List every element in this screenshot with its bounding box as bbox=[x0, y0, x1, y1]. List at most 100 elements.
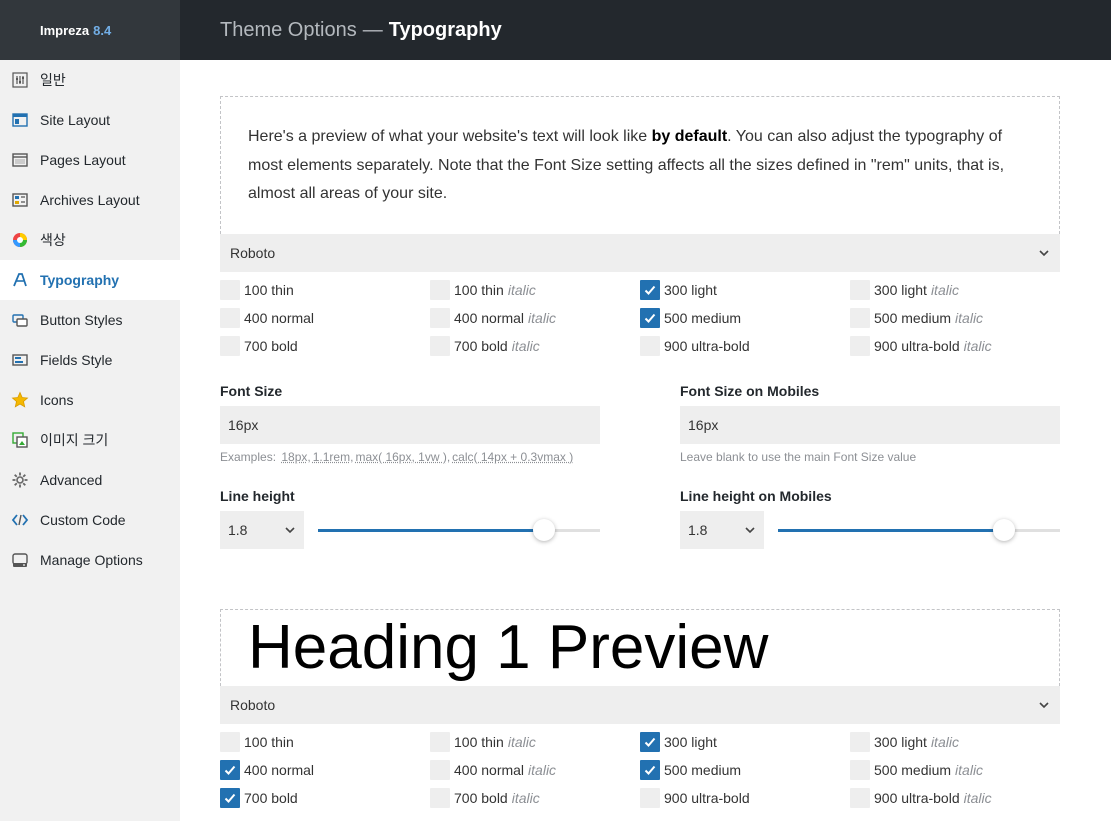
heading1-font-family-select[interactable]: Roboto bbox=[220, 686, 1060, 724]
font-weight-option[interactable]: 500 medium italic bbox=[850, 760, 1060, 780]
font-weight-option[interactable]: 100 thin bbox=[220, 280, 430, 300]
checkbox-checked[interactable] bbox=[640, 308, 660, 328]
font-weight-option[interactable]: 400 normal italic bbox=[430, 308, 640, 328]
italic-label: italic bbox=[528, 762, 557, 778]
sidebar-item-5[interactable]: Typography bbox=[0, 260, 180, 300]
font-weight-option[interactable]: 100 thin bbox=[220, 732, 430, 752]
scrollbar[interactable] bbox=[1104, 60, 1111, 821]
font-weight-label: 500 medium bbox=[664, 310, 742, 326]
site-layout-icon bbox=[11, 111, 29, 129]
line-height-mobiles-slider[interactable] bbox=[778, 511, 1060, 549]
checkbox[interactable] bbox=[430, 308, 450, 328]
font-weight-option[interactable]: 700 bold italic bbox=[430, 788, 640, 808]
checkbox-checked[interactable] bbox=[640, 280, 660, 300]
font-weight-option[interactable]: 300 light bbox=[640, 280, 850, 300]
font-weight-option[interactable]: 500 medium italic bbox=[850, 308, 1060, 328]
font-weight-label: 400 normal bbox=[244, 762, 315, 778]
font-weight-option[interactable]: 900 ultra-bold italic bbox=[850, 788, 1060, 808]
checkbox[interactable] bbox=[850, 336, 870, 356]
sidebar-item-2[interactable]: Pages Layout bbox=[0, 140, 180, 180]
checkbox[interactable] bbox=[220, 336, 240, 356]
hard-drive-icon bbox=[11, 551, 29, 569]
italic-label: italic bbox=[963, 338, 992, 354]
checkbox[interactable] bbox=[640, 336, 660, 356]
checkbox[interactable] bbox=[850, 280, 870, 300]
font-weight-option[interactable]: 500 medium bbox=[640, 308, 850, 328]
checkbox[interactable] bbox=[220, 280, 240, 300]
checkbox[interactable] bbox=[430, 732, 450, 752]
font-weight-label: 400 normal bbox=[454, 762, 525, 778]
sidebar-item-3[interactable]: Archives Layout bbox=[0, 180, 180, 220]
sidebar-item-label: Pages Layout bbox=[40, 152, 126, 168]
sidebar-item-0[interactable]: 일반 bbox=[0, 60, 180, 100]
font-weight-option[interactable]: 500 medium bbox=[640, 760, 850, 780]
checkbox-checked[interactable] bbox=[640, 732, 660, 752]
font-weight-option[interactable]: 700 bold bbox=[220, 336, 430, 356]
image-sizes-icon bbox=[11, 431, 29, 449]
checkbox[interactable] bbox=[430, 336, 450, 356]
sidebar-item-10[interactable]: Advanced bbox=[0, 460, 180, 500]
line-height-mobiles-select[interactable]: 1.8 bbox=[680, 511, 764, 549]
font-size-mobiles-label: Font Size on Mobiles bbox=[680, 383, 820, 399]
line-height-select[interactable]: 1.8 bbox=[220, 511, 304, 549]
page-title: Typography bbox=[388, 18, 502, 41]
checkbox-checked[interactable] bbox=[220, 788, 240, 808]
checkbox[interactable] bbox=[850, 760, 870, 780]
checkbox[interactable] bbox=[850, 308, 870, 328]
checkbox[interactable] bbox=[430, 788, 450, 808]
checkmark-icon bbox=[224, 765, 236, 775]
checkbox[interactable] bbox=[430, 280, 450, 300]
font-weight-option[interactable]: 100 thin italic bbox=[430, 280, 640, 300]
sidebar-item-11[interactable]: Custom Code bbox=[0, 500, 180, 540]
font-weight-option[interactable]: 900 ultra-bold bbox=[640, 788, 850, 808]
checkbox[interactable] bbox=[220, 732, 240, 752]
checkbox[interactable] bbox=[850, 788, 870, 808]
font-weight-label: 700 bold bbox=[244, 790, 298, 806]
sidebar-item-9[interactable]: 이미지 크기 bbox=[0, 420, 180, 460]
font-weight-label: 700 bold bbox=[244, 338, 298, 354]
font-weight-option[interactable]: 300 light bbox=[640, 732, 850, 752]
sidebar-item-1[interactable]: Site Layout bbox=[0, 100, 180, 140]
checkbox[interactable] bbox=[220, 308, 240, 328]
font-weight-option[interactable]: 400 normal bbox=[220, 760, 430, 780]
font-size-example-link[interactable]: 1.1rem bbox=[313, 450, 350, 464]
chevron-down-icon bbox=[285, 527, 295, 534]
sidebar-item-8[interactable]: Icons bbox=[0, 380, 180, 420]
font-weight-option[interactable]: 100 thin italic bbox=[430, 732, 640, 752]
font-size-example-link[interactable]: 18px bbox=[281, 450, 307, 464]
font-size-input[interactable]: 16px bbox=[220, 406, 600, 444]
font-weight-option[interactable]: 300 light italic bbox=[850, 280, 1060, 300]
font-weight-option[interactable]: 700 bold bbox=[220, 788, 430, 808]
font-size-example-link[interactable]: calc( 14px + 0.3vmax ) bbox=[452, 450, 573, 464]
checkbox-checked[interactable] bbox=[220, 760, 240, 780]
checkbox[interactable] bbox=[850, 732, 870, 752]
sidebar-item-label: Typography bbox=[40, 272, 120, 288]
body-font-family-select[interactable]: Roboto bbox=[220, 234, 1060, 272]
font-weight-option[interactable]: 700 bold italic bbox=[430, 336, 640, 356]
font-weight-option[interactable]: 900 ultra-bold italic bbox=[850, 336, 1060, 356]
font-size-mobiles-input[interactable]: 16px bbox=[680, 406, 1060, 444]
font-weight-option[interactable]: 400 normal italic bbox=[430, 760, 640, 780]
sidebar-item-7[interactable]: Fields Style bbox=[0, 340, 180, 380]
slider-thumb[interactable] bbox=[532, 519, 555, 541]
font-weight-option[interactable]: 300 light italic bbox=[850, 732, 1060, 752]
font-weight-option[interactable]: 900 ultra-bold bbox=[640, 336, 850, 356]
line-height-slider[interactable] bbox=[318, 511, 600, 549]
sidebar-item-6[interactable]: Button Styles bbox=[0, 300, 180, 340]
slider-thumb[interactable] bbox=[992, 519, 1015, 541]
checkbox[interactable] bbox=[430, 760, 450, 780]
font-weight-label: 700 bold bbox=[454, 338, 508, 354]
checkbox-checked[interactable] bbox=[640, 760, 660, 780]
checkmark-icon bbox=[224, 793, 236, 803]
italic-label: italic bbox=[528, 310, 557, 326]
slider-fill bbox=[778, 529, 1004, 532]
checkbox[interactable] bbox=[640, 788, 660, 808]
font-weight-option[interactable]: 400 normal bbox=[220, 308, 430, 328]
italic-label: italic bbox=[963, 790, 992, 806]
sidebar-item-4[interactable]: 색상 bbox=[0, 220, 180, 260]
sidebar-item-12[interactable]: Manage Options bbox=[0, 540, 180, 580]
brand: Impreza 8.4 bbox=[0, 0, 180, 60]
font-size-example-link[interactable]: max( 16px, 1vw ) bbox=[355, 450, 446, 464]
preview-text-before: Here's a preview of what your website's … bbox=[248, 128, 652, 145]
font-size-hint: Examples: 18px, 1.1rem, max( 16px, 1vw ), c… bbox=[220, 450, 574, 464]
